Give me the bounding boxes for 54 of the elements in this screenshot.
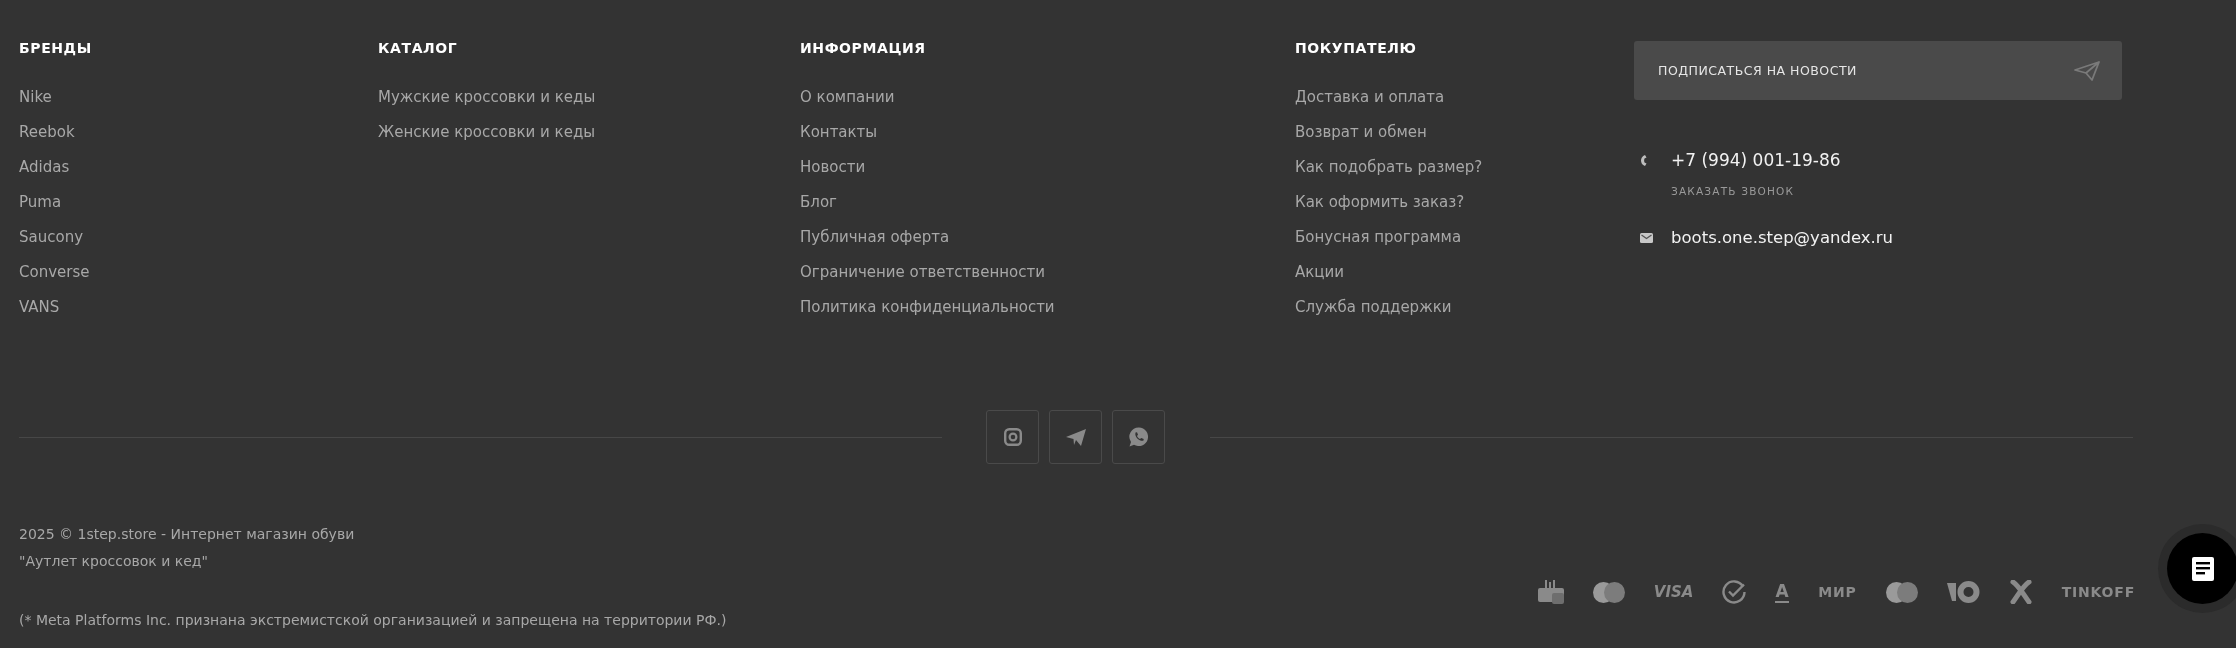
two-circles-icon [1592, 581, 1625, 603]
footer-link[interactable]: Публичная оферта [800, 220, 950, 255]
payment-wordmark: A [1775, 581, 1790, 603]
paper-plane-icon [1065, 428, 1086, 446]
envelope-icon [1640, 233, 1653, 243]
footer-link[interactable]: Reebok [19, 115, 75, 150]
ring-logo-icon [1946, 581, 1980, 603]
payment-wordmark: VISA [1653, 582, 1694, 602]
footer-link[interactable]: Акции [1295, 255, 1345, 290]
footer-link[interactable]: Puma [19, 185, 62, 220]
footer-link[interactable]: Женские кроссовки и кеды [378, 115, 596, 150]
payment-wordmark: TINKOFF [2061, 583, 2135, 602]
footer-link[interactable]: Ограничение ответственности [800, 255, 1045, 290]
footer-link[interactable]: Nike [19, 80, 52, 115]
callback-link[interactable]: ЗАКАЗАТЬ ЗВОНОК [1671, 183, 1795, 199]
two-circles-icon [1885, 581, 1918, 603]
phone-icon [1640, 154, 1648, 167]
footer-link[interactable]: О компании [800, 80, 895, 115]
footer-link[interactable]: Служба поддержки [1295, 290, 1452, 325]
disclaimer-text: (* Meta Platforms Inc. признана экстремистской организацией и запрещена на территории РФ.) [19, 611, 727, 630]
column-heading: КАТАЛОГ [378, 39, 459, 57]
document-icon [2191, 556, 2214, 581]
footer-link[interactable]: Converse [19, 255, 90, 290]
column-heading: БРЕНДЫ [19, 39, 93, 57]
camera-icon [1003, 428, 1022, 446]
footer-link[interactable]: Как оформить заказ? [1295, 185, 1465, 220]
footer-link[interactable]: Доставка и оплата [1295, 80, 1445, 115]
footer-link[interactable]: VANS [19, 290, 60, 325]
footer-link[interactable]: Новости [800, 150, 866, 185]
social-button[interactable] [986, 410, 1039, 464]
footer-link[interactable]: Как подобрать размер? [1295, 150, 1483, 185]
footer-link[interactable]: Возврат и обмен [1295, 115, 1427, 150]
payment-wordmark: МИР [1818, 583, 1857, 602]
email-link[interactable]: boots.one.step@yandex.ru [1671, 226, 1894, 250]
social-button[interactable] [1049, 410, 1102, 464]
subscribe-button[interactable]: ПОДПИСАТЬСЯ НА НОВОСТИ [1634, 41, 2122, 100]
footer-link[interactable]: Adidas [19, 150, 70, 185]
copyright-text: "Аутлет кроссовок и кед" [19, 552, 208, 571]
column-heading: ИНФОРМАЦИЯ [800, 39, 927, 57]
cross-logo-icon [2008, 580, 2033, 604]
footer-link[interactable]: Контакты [800, 115, 878, 150]
check-circle-icon [1722, 580, 1747, 604]
chat-bubble-icon [1128, 427, 1149, 447]
footer-link[interactable]: Политика конфиденциальности [800, 290, 1055, 325]
copyright-text: 2025 © 1step.store - Интернет магазин обуви [19, 525, 355, 544]
cash-register-icon [1537, 580, 1564, 604]
paper-plane-icon [2074, 60, 2100, 81]
footer-link[interactable]: Saucony [19, 220, 84, 255]
footer-link[interactable]: Мужские кроссовки и кеды [378, 80, 596, 115]
social-button[interactable] [1112, 410, 1165, 464]
phone-number[interactable]: +7 (994) 001-19-86 [1671, 148, 1841, 172]
column-heading: ПОКУПАТЕЛЮ [1295, 39, 1418, 57]
footer-link[interactable]: Блог [800, 185, 837, 220]
footer-link[interactable]: Бонусная программа [1295, 220, 1462, 255]
